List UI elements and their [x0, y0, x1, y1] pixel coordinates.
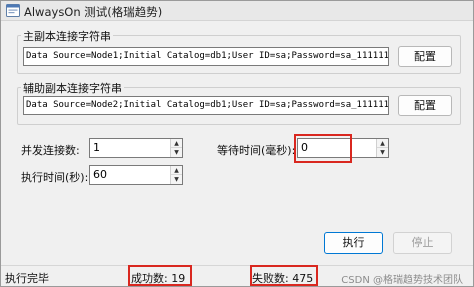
duration-value: 60: [93, 168, 107, 181]
primary-connection-label: 主副本连接字符串: [21, 28, 113, 44]
primary-connection-input[interactable]: Data Source=Node1;Initial Catalog=db1;Us…: [23, 47, 389, 66]
success-count: 成功数: 19: [131, 272, 186, 285]
wait-time-label: 等待时间(毫秒):: [217, 144, 296, 157]
run-button[interactable]: 执行: [324, 232, 383, 254]
wait-time-stepper[interactable]: 0 ▲ ▼: [297, 138, 389, 158]
duration-stepper[interactable]: 60 ▲ ▼: [89, 165, 183, 185]
title-bar: AlwaysOn 测试(格瑞趋势): [1, 1, 473, 21]
watermark-text: CSDN @格瑞趋势技术团队: [341, 275, 463, 286]
concurrency-stepper[interactable]: 1 ▲ ▼: [89, 138, 183, 158]
secondary-connection-input[interactable]: Data Source=Node2;Initial Catalog=db1;Us…: [23, 96, 389, 115]
stop-button[interactable]: 停止: [393, 232, 452, 254]
concurrency-spin-buttons: ▲ ▼: [170, 139, 182, 157]
duration-label: 执行时间(秒):: [21, 171, 89, 184]
secondary-config-button[interactable]: 配置: [398, 95, 452, 116]
wait-time-value: 0: [301, 141, 308, 154]
failure-count: 失败数: 475: [252, 272, 314, 285]
chevron-down-icon[interactable]: ▼: [171, 175, 182, 184]
chevron-up-icon[interactable]: ▲: [171, 139, 182, 148]
primary-config-button[interactable]: 配置: [398, 46, 452, 67]
window-title: AlwaysOn 测试(格瑞趋势): [24, 5, 163, 19]
main-window: AlwaysOn 测试(格瑞趋势) 主副本连接字符串 Data Source=N…: [0, 0, 474, 287]
chevron-down-icon[interactable]: ▼: [171, 148, 182, 157]
chevron-down-icon[interactable]: ▼: [377, 148, 388, 157]
status-text: 执行完毕: [5, 272, 49, 285]
chevron-up-icon[interactable]: ▲: [171, 166, 182, 175]
app-icon: [6, 4, 20, 17]
concurrency-label: 并发连接数:: [21, 144, 80, 157]
wait-time-spin-buttons: ▲ ▼: [376, 139, 388, 157]
secondary-connection-label: 辅助副本连接字符串: [21, 80, 124, 96]
status-bar: 执行完毕 成功数: 19 失败数: 475 CSDN @格瑞趋势技术团队: [1, 265, 473, 286]
chevron-up-icon[interactable]: ▲: [377, 139, 388, 148]
concurrency-value: 1: [93, 141, 100, 154]
duration-spin-buttons: ▲ ▼: [170, 166, 182, 184]
